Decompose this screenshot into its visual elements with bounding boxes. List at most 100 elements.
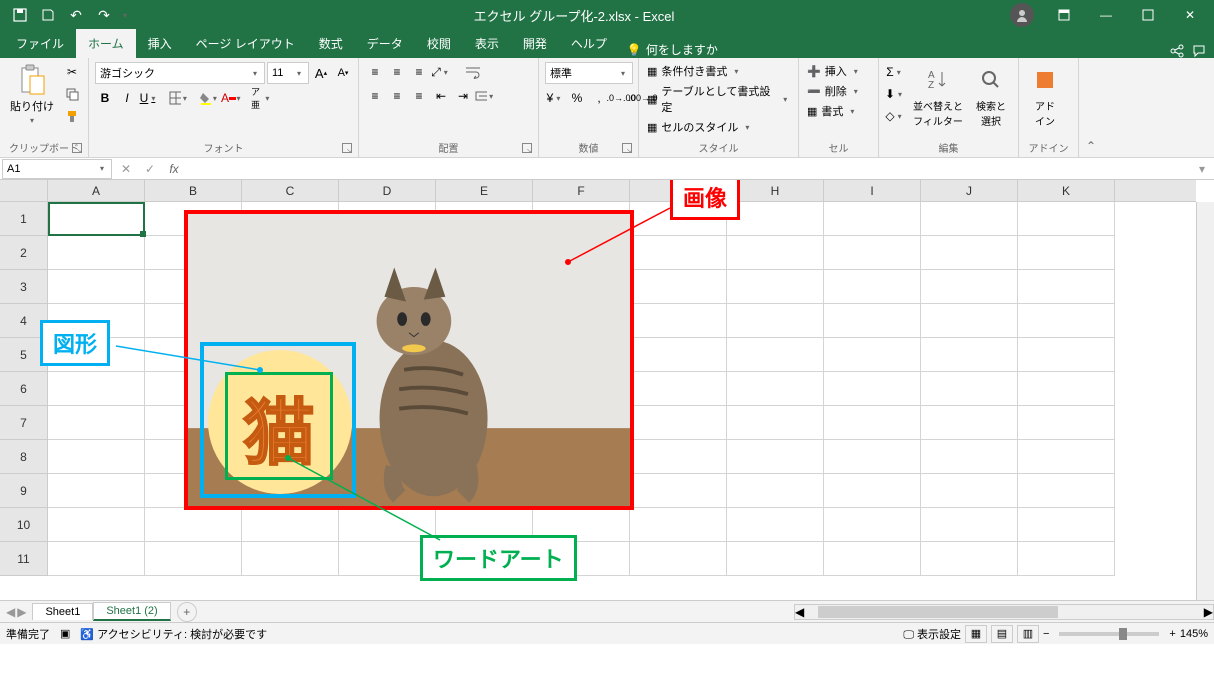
border-icon[interactable]: ▾ — [169, 88, 189, 108]
collapse-ribbon-icon[interactable]: ⌃ — [1079, 58, 1103, 157]
close-button[interactable]: ✕ — [1170, 1, 1210, 29]
col-header[interactable]: C — [242, 180, 339, 201]
format-cells-button[interactable]: ▦書式▾ — [805, 102, 859, 120]
align-right-icon[interactable]: ≡ — [409, 86, 429, 106]
wrap-text-icon[interactable] — [463, 62, 483, 82]
align-middle-icon[interactable]: ≡ — [387, 62, 407, 82]
row-header[interactable]: 11 — [0, 542, 47, 576]
row-header[interactable]: 7 — [0, 406, 47, 440]
worksheet-grid[interactable]: A B C D E F G H I J K 1 2 3 4 5 6 7 8 9 … — [0, 180, 1214, 600]
row-header[interactable]: 2 — [0, 236, 47, 270]
page-break-view-icon[interactable]: ▥ — [1017, 625, 1039, 643]
col-header[interactable]: B — [145, 180, 242, 201]
comments-icon[interactable] — [1192, 44, 1206, 58]
inserted-wordart[interactable]: 猫 — [225, 372, 333, 480]
tab-formulas[interactable]: 数式 — [307, 29, 355, 58]
undo-icon[interactable]: ↶ — [64, 3, 88, 27]
font-size-combo[interactable]: 11▾ — [267, 62, 309, 84]
phonetic-icon[interactable]: ア亜▾ — [251, 88, 271, 108]
autosave-icon[interactable] — [8, 3, 32, 27]
fill-icon[interactable]: ⬇▾ — [885, 84, 905, 104]
zoom-level[interactable]: 145% — [1180, 628, 1208, 640]
zoom-out-button[interactable]: − — [1043, 628, 1049, 640]
underline-button[interactable]: U▾ — [139, 88, 159, 108]
decrease-indent-icon[interactable]: ⇤ — [431, 86, 451, 106]
row-header[interactable]: 9 — [0, 474, 47, 508]
cell-styles-button[interactable]: ▦セルのスタイル▾ — [645, 118, 754, 136]
formula-input[interactable] — [186, 159, 1190, 179]
col-header[interactable]: J — [921, 180, 1018, 201]
tab-page-layout[interactable]: ページ レイアウト — [184, 29, 307, 58]
merge-cells-icon[interactable]: ▾ — [475, 86, 495, 106]
italic-button[interactable]: I — [117, 88, 137, 108]
increase-font-icon[interactable]: A▴ — [311, 63, 331, 83]
horizontal-scrollbar[interactable]: ◀▶ — [794, 604, 1214, 620]
minimize-button[interactable]: — — [1086, 1, 1126, 29]
vertical-scrollbar[interactable] — [1196, 202, 1214, 600]
format-as-table-button[interactable]: ▦テーブルとして書式設定▾ — [645, 82, 792, 116]
align-center-icon[interactable]: ≡ — [387, 86, 407, 106]
display-settings[interactable]: 🖵 表示設定 — [903, 626, 961, 642]
number-format-combo[interactable]: 標準▾ — [545, 62, 633, 84]
macro-record-icon[interactable]: ▣ — [60, 627, 70, 640]
conditional-formatting-button[interactable]: ▦条件付き書式▾ — [645, 62, 743, 80]
row-header[interactable]: 3 — [0, 270, 47, 304]
col-header[interactable]: F — [533, 180, 630, 201]
align-left-icon[interactable]: ≡ — [365, 86, 385, 106]
add-sheet-button[interactable]: + — [177, 602, 197, 622]
copy-icon[interactable] — [62, 84, 82, 104]
cut-icon[interactable]: ✂ — [62, 62, 82, 82]
row-header[interactable]: 8 — [0, 440, 47, 474]
sheet-nav[interactable]: ◀▶ — [0, 605, 32, 619]
font-name-combo[interactable]: 游ゴシック▾ — [95, 62, 265, 84]
format-painter-icon[interactable] — [62, 106, 82, 126]
insert-cells-button[interactable]: ➕挿入▾ — [805, 62, 863, 80]
orientation-icon[interactable]: ⤢▾ — [431, 62, 451, 82]
qat-dropdown-icon[interactable]: ▾ — [120, 3, 130, 27]
normal-view-icon[interactable]: ▦ — [965, 625, 987, 643]
dialog-launcher-icon[interactable] — [622, 143, 632, 153]
ribbon-options-icon[interactable] — [1044, 1, 1084, 29]
tell-me-search[interactable]: 💡 何をしますか — [627, 41, 718, 58]
tab-data[interactable]: データ — [355, 29, 415, 58]
dialog-launcher-icon[interactable] — [72, 143, 82, 153]
clear-icon[interactable]: ◇▾ — [885, 106, 905, 126]
col-header[interactable]: I — [824, 180, 921, 201]
autosum-icon[interactable]: Σ▾ — [885, 62, 905, 82]
fill-color-icon[interactable]: ▾ — [199, 88, 219, 108]
tab-file[interactable]: ファイル — [4, 29, 76, 58]
paste-button[interactable]: 貼り付け ▾ — [6, 62, 58, 127]
accessibility-status[interactable]: ♿ アクセシビリティ: 検討が必要です — [80, 626, 267, 642]
sort-filter-button[interactable]: AZ 並べ替えと フィルター — [909, 62, 967, 130]
col-header[interactable]: E — [436, 180, 533, 201]
tab-developer[interactable]: 開発 — [511, 29, 559, 58]
col-header[interactable]: K — [1018, 180, 1115, 201]
decrease-font-icon[interactable]: A▾ — [333, 63, 353, 83]
col-header[interactable]: D — [339, 180, 436, 201]
align-bottom-icon[interactable]: ≡ — [409, 62, 429, 82]
expand-formula-icon[interactable]: ▾ — [1190, 162, 1214, 176]
page-layout-view-icon[interactable]: ▤ — [991, 625, 1013, 643]
sheet-tab-active[interactable]: Sheet1 (2) — [93, 602, 170, 621]
tab-insert[interactable]: 挿入 — [136, 29, 184, 58]
delete-cells-button[interactable]: ➖削除▾ — [805, 82, 863, 100]
select-all-corner[interactable] — [0, 180, 48, 202]
zoom-in-button[interactable]: + — [1169, 628, 1175, 640]
tab-view[interactable]: 表示 — [463, 29, 511, 58]
save-icon[interactable] — [36, 3, 60, 27]
share-icon[interactable] — [1170, 44, 1184, 58]
percent-icon[interactable]: % — [567, 88, 587, 108]
col-header[interactable]: H — [727, 180, 824, 201]
sheet-tab[interactable]: Sheet1 — [32, 603, 93, 620]
tab-help[interactable]: ヘルプ — [559, 29, 619, 58]
addin-button[interactable]: アド イン — [1025, 62, 1065, 130]
maximize-button[interactable] — [1128, 1, 1168, 29]
tab-home[interactable]: ホーム — [76, 29, 136, 58]
row-header[interactable]: 1 — [0, 202, 47, 236]
row-header[interactable]: 10 — [0, 508, 47, 542]
name-box[interactable]: A1▾ — [2, 159, 112, 179]
zoom-slider[interactable] — [1059, 632, 1159, 636]
enter-formula-icon[interactable]: ✓ — [138, 162, 162, 176]
increase-indent-icon[interactable]: ⇥ — [453, 86, 473, 106]
align-top-icon[interactable]: ≡ — [365, 62, 385, 82]
